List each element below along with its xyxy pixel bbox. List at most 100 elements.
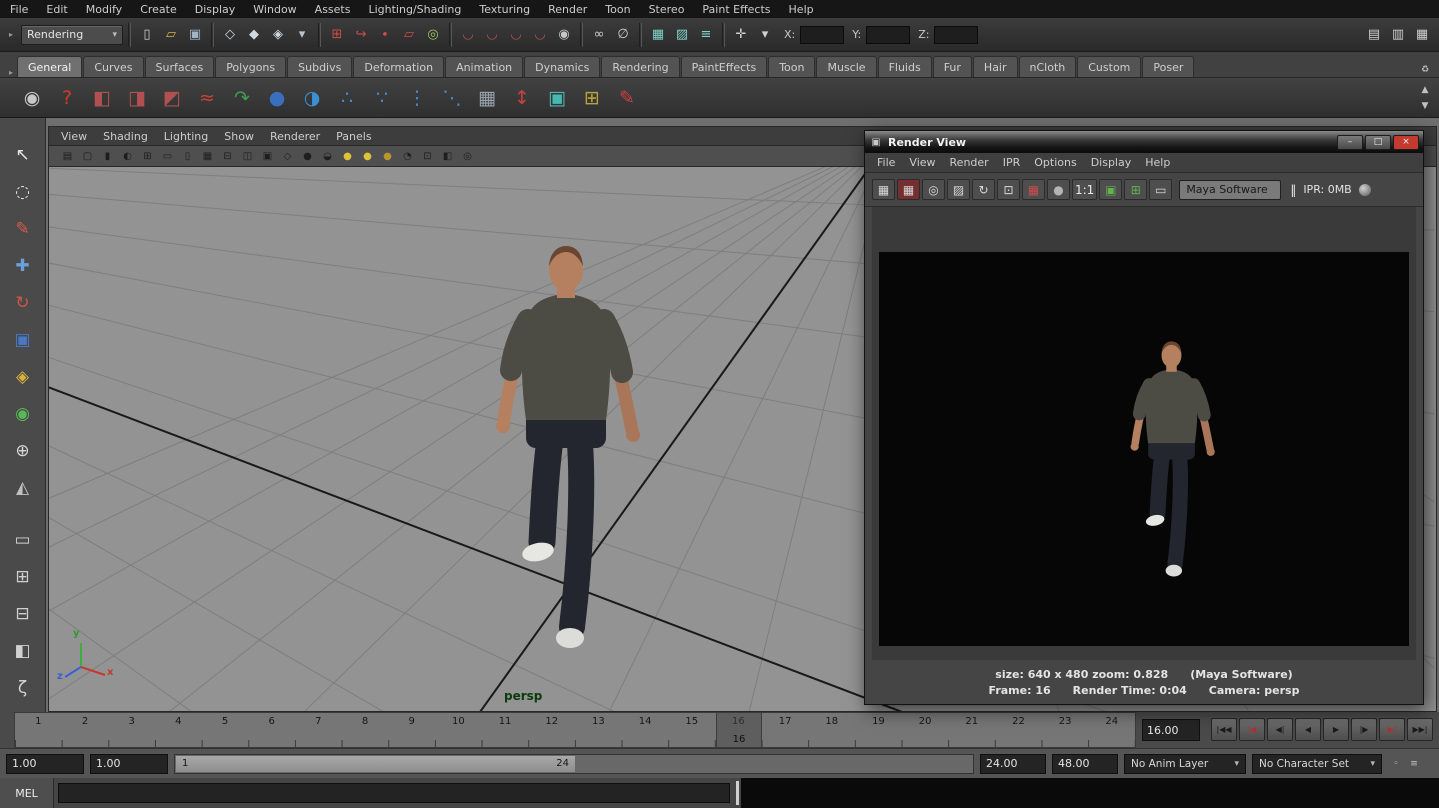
layout-four-pane-button[interactable]: ⊞ — [5, 560, 41, 594]
render-canvas[interactable] — [872, 207, 1416, 660]
shelf-tab[interactable]: Deformation — [353, 56, 444, 77]
poly-stack-icon[interactable]: ⊞ — [576, 82, 608, 114]
universal-manipulator-icon[interactable]: ◈ — [5, 360, 41, 394]
menu-set-selector[interactable]: Rendering ▾ — [21, 25, 123, 45]
camera-aim-icon[interactable]: ◨ — [121, 82, 153, 114]
distance-tool-icon[interactable]: ↕ — [506, 82, 538, 114]
render-current-frame-icon[interactable]: ▦ — [872, 179, 895, 200]
play-backwards-button[interactable]: ◀ — [1295, 718, 1321, 741]
render-view-menu-item[interactable]: Render — [950, 156, 989, 169]
current-frame-field[interactable] — [1142, 719, 1200, 741]
shelf-trash-icon[interactable]: ♻ — [1417, 63, 1433, 77]
playback-end-field[interactable] — [980, 754, 1046, 774]
default-light-icon[interactable]: ● — [339, 148, 356, 165]
shadow-light-icon[interactable]: ● — [379, 148, 396, 165]
curve-arrow-icon[interactable]: ↷ — [226, 82, 258, 114]
viewport-menu-item[interactable]: Lighting — [164, 130, 208, 143]
playback-range-slider[interactable]: 1 24 — [174, 754, 974, 774]
viewport-menu-item[interactable]: Show — [224, 130, 254, 143]
safe-action-icon[interactable]: ◫ — [239, 148, 256, 165]
magnet-live-icon[interactable]: ◉ — [553, 24, 575, 46]
shelf-tab[interactable]: Polygons — [215, 56, 286, 77]
viewport-menu-item[interactable]: View — [61, 130, 87, 143]
snap-view-plane-icon[interactable]: ▱ — [398, 24, 420, 46]
tool-settings-toggle-icon[interactable]: ▥ — [1387, 24, 1409, 46]
shelf-tab[interactable]: Subdivs — [287, 56, 352, 77]
safe-title-icon[interactable]: ▣ — [259, 148, 276, 165]
menu-item[interactable]: Window — [253, 3, 296, 16]
anim-layer-selector[interactable]: No Anim Layer ▾ — [1124, 754, 1246, 774]
zoom-one-to-one-icon[interactable]: 1:1 — [1072, 179, 1097, 200]
layout-outliner-persp-button[interactable]: ◧ — [5, 634, 41, 668]
move-tool-icon[interactable]: ✚ — [5, 249, 41, 283]
shaded-sphere-icon[interactable]: ● — [261, 82, 293, 114]
redo-previous-render-icon[interactable]: ▦ — [897, 179, 920, 200]
play-forwards-button[interactable]: ▶ — [1323, 718, 1349, 741]
go-to-end-button[interactable]: ▶▶| — [1407, 718, 1433, 741]
make-live-icon[interactable]: ◎ — [422, 24, 444, 46]
playback-start-field[interactable] — [90, 754, 168, 774]
layout-hypergraph-button[interactable]: ζ — [5, 671, 41, 705]
scale-tool-icon[interactable]: ▣ — [5, 323, 41, 357]
shelf-tab[interactable]: PaintEffects — [681, 56, 768, 77]
playback-range-handle[interactable]: 1 24 — [176, 756, 575, 772]
shelf-tab[interactable]: Toon — [768, 56, 815, 77]
menu-item[interactable]: Paint Effects — [702, 3, 770, 16]
shelf-scroll-down-icon[interactable]: ▼ — [1417, 99, 1433, 113]
shelf-tab[interactable]: nCloth — [1019, 56, 1077, 77]
collapse-bar-arrow-icon[interactable]: ▸ — [6, 68, 16, 77]
render-view-menu-item[interactable]: Options — [1034, 156, 1076, 169]
camera-icon[interactable]: ◧ — [86, 82, 118, 114]
collapse-bar-arrow-icon[interactable]: ▸ — [6, 30, 16, 39]
close-button[interactable]: × — [1393, 135, 1419, 150]
pause-ipr-button[interactable]: ‖ — [1290, 183, 1296, 197]
ipr-render-icon[interactable]: ▨ — [671, 24, 693, 46]
select-hierarchy-icon[interactable]: ◇ — [219, 24, 241, 46]
resolution-gate-icon[interactable]: ▯ — [179, 148, 196, 165]
snap-point-icon[interactable]: ∙ — [374, 24, 396, 46]
dof-icon[interactable]: ◎ — [459, 148, 476, 165]
menu-item[interactable]: Help — [789, 3, 814, 16]
shelf-tab[interactable]: Animation — [445, 56, 523, 77]
menu-item[interactable]: Render — [548, 3, 587, 16]
render-current-frame-icon[interactable]: ▦ — [647, 24, 669, 46]
menu-item[interactable]: Edit — [46, 3, 67, 16]
menu-item[interactable]: Stereo — [649, 3, 685, 16]
graph-editor-icon[interactable]: ▦ — [471, 82, 503, 114]
image-plane-icon[interactable]: ▤ — [59, 148, 76, 165]
animation-preferences-icon[interactable]: ≡ — [1406, 757, 1422, 771]
auto-keyframe-toggle-icon[interactable]: ◦ — [1388, 757, 1404, 771]
shelf-scroll-up-icon[interactable]: ▲ — [1417, 83, 1433, 97]
save-scene-icon[interactable]: ▣ — [184, 24, 206, 46]
magnet-plane-icon[interactable]: ◡ — [529, 24, 551, 46]
construction-history-on-icon[interactable]: ∞ — [588, 24, 610, 46]
layout-single-pane-button[interactable]: ▭ — [5, 523, 41, 557]
gate-mask-icon[interactable]: ▦ — [199, 148, 216, 165]
open-scene-icon[interactable]: ▱ — [160, 24, 182, 46]
shelf-tab[interactable]: Fur — [933, 56, 972, 77]
film-gate-icon[interactable]: ▭ — [159, 148, 176, 165]
renderer-selector[interactable]: Maya Software — [1179, 180, 1281, 200]
z-coordinate-input[interactable] — [934, 26, 978, 44]
step-back-key-button[interactable]: |◀ — [1239, 718, 1265, 741]
textured-mode-icon[interactable]: ◒ — [319, 148, 336, 165]
isolate-select-icon[interactable]: ⊡ — [419, 148, 436, 165]
wireframe-mode-icon[interactable]: ◇ — [279, 148, 296, 165]
menu-item[interactable]: Texturing — [479, 3, 530, 16]
step-forward-key-button[interactable]: ▶| — [1379, 718, 1405, 741]
refresh-ipr-icon[interactable]: ↻ — [972, 179, 995, 200]
shelf-tab[interactable]: Dynamics — [524, 56, 600, 77]
menu-item[interactable]: File — [10, 3, 28, 16]
step-back-frame-button[interactable]: ◀| — [1267, 718, 1293, 741]
select-object-icon[interactable]: ◆ — [243, 24, 265, 46]
joint-chain-icon[interactable]: ⋮ — [401, 82, 433, 114]
shelf-tab[interactable]: Rendering — [601, 56, 679, 77]
joint-tool-icon[interactable]: ∴ — [331, 82, 363, 114]
region-toggle-icon[interactable]: ▣ — [1099, 179, 1122, 200]
select-tool-icon[interactable]: ↖ — [5, 138, 41, 172]
shelf-tab[interactable]: Curves — [83, 56, 143, 77]
menu-item[interactable]: Lighting/Shading — [368, 3, 461, 16]
region-render-icon[interactable]: ⊡ — [997, 179, 1020, 200]
bookmark-icon[interactable]: ▮ — [99, 148, 116, 165]
all-lights-icon[interactable]: ● — [359, 148, 376, 165]
